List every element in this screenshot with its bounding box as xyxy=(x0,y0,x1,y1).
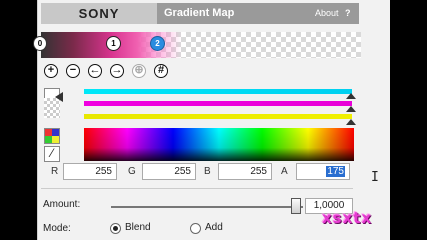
g-label: G xyxy=(128,166,136,177)
blend-radio-label[interactable]: Blend xyxy=(125,222,151,233)
r-field[interactable]: 255 xyxy=(63,163,117,180)
swatch-pointer-icon xyxy=(55,92,63,102)
gradient-stop-2[interactable]: 2 xyxy=(150,36,165,51)
move-right-icon[interactable]: → xyxy=(110,64,124,78)
help-button[interactable]: ? xyxy=(345,3,351,24)
move-left-icon[interactable]: ← xyxy=(88,64,102,78)
color-spectrum-picker[interactable] xyxy=(84,128,354,161)
a-field-value: 175 xyxy=(326,166,345,177)
panel-header: SONY Gradient Map About ? xyxy=(41,3,359,24)
panel-title: Gradient Map xyxy=(164,7,235,19)
divider xyxy=(41,188,353,189)
add-stop-icon[interactable]: + xyxy=(44,64,58,78)
text-cursor-icon: I xyxy=(371,170,379,185)
sony-logo: SONY xyxy=(41,3,157,24)
amount-slider[interactable] xyxy=(111,206,303,208)
eyedropper-icon[interactable]: ⁄ xyxy=(44,146,60,162)
r-label: R xyxy=(51,166,59,177)
gradient-preview[interactable]: 0 1 2 xyxy=(33,32,361,58)
gradient-fill xyxy=(41,32,361,58)
mode-label: Mode: xyxy=(43,223,71,234)
magenta-channel-bar[interactable] xyxy=(84,101,352,106)
disabled-icon[interactable]: ⊕ xyxy=(132,64,146,78)
palette-icon[interactable] xyxy=(44,128,60,144)
a-label: A xyxy=(281,166,288,177)
add-radio[interactable] xyxy=(190,223,201,234)
grid-icon[interactable]: # xyxy=(154,64,168,78)
a-field[interactable]: 175 xyxy=(296,163,350,180)
remove-stop-icon[interactable]: − xyxy=(66,64,80,78)
b-label: B xyxy=(204,166,211,177)
amount-slider-thumb[interactable] xyxy=(291,198,301,214)
watermark: xsxtx xyxy=(322,209,373,227)
cyan-handle-icon[interactable] xyxy=(346,93,356,99)
yellow-channel-bar[interactable] xyxy=(84,114,352,119)
amount-label: Amount: xyxy=(43,199,81,210)
magenta-handle-icon[interactable] xyxy=(346,106,356,112)
about-button[interactable]: About xyxy=(315,3,339,24)
b-field[interactable]: 255 xyxy=(218,163,272,180)
add-radio-label[interactable]: Add xyxy=(205,222,223,233)
gradient-stop-0[interactable]: 0 xyxy=(33,36,47,51)
g-field[interactable]: 255 xyxy=(142,163,196,180)
rgba-fields: R 255 G 255 B 255 A 175 xyxy=(41,163,353,180)
cyan-channel-bar[interactable] xyxy=(84,89,352,94)
video-frame: SONY Gradient Map About ? 0 1 2 + − ← → … xyxy=(0,0,427,240)
yellow-handle-icon[interactable] xyxy=(346,119,356,125)
gradient-stop-1[interactable]: 1 xyxy=(106,36,121,51)
blend-radio[interactable] xyxy=(110,223,121,234)
